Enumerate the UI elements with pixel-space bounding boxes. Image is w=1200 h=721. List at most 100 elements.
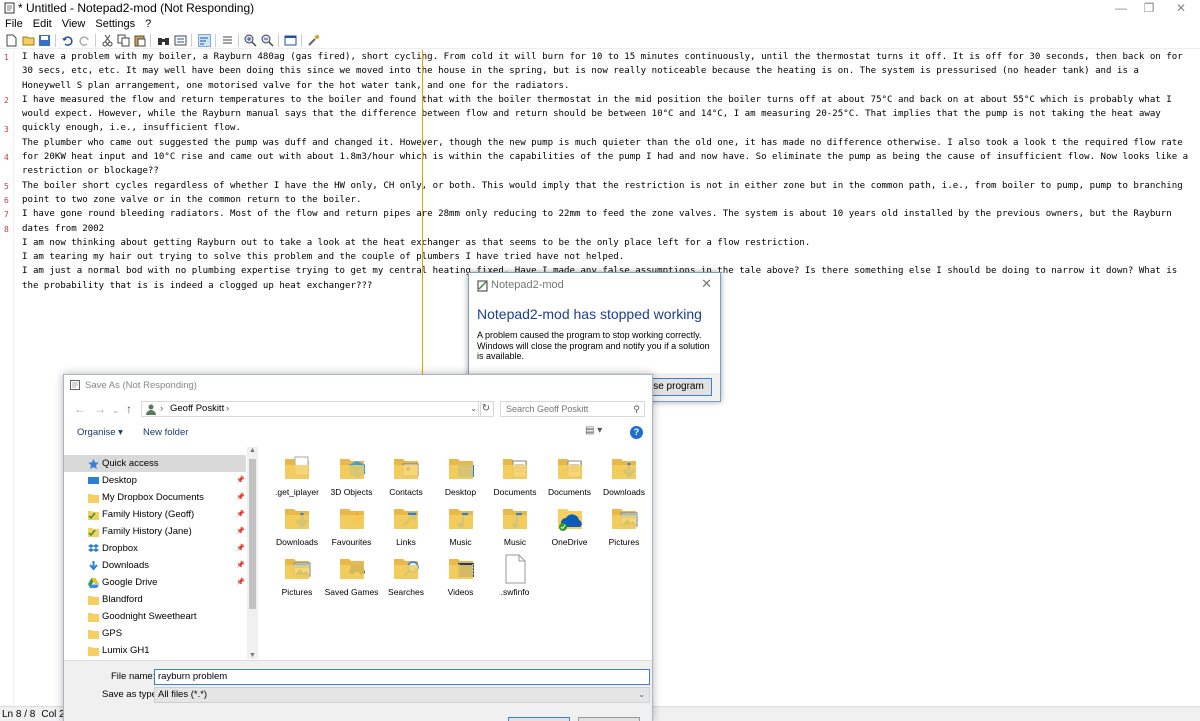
nav-item[interactable]: Dropbox 📌 xyxy=(64,540,246,557)
file-item[interactable]: .get_iplayer xyxy=(269,453,325,503)
save-button[interactable] xyxy=(508,717,570,721)
file-item[interactable]: Favourites xyxy=(324,503,380,553)
up-arrow-icon[interactable]: ↑ xyxy=(126,402,132,416)
save-icon[interactable] xyxy=(38,34,51,47)
file-item[interactable]: .swfinfo xyxy=(487,553,543,603)
nav-item[interactable]: Goodnight Sweetheart xyxy=(64,608,246,625)
file-item[interactable]: Downloads xyxy=(596,453,652,503)
customize-toolbar-icon[interactable] xyxy=(307,34,320,47)
copy-icon[interactable] xyxy=(117,34,130,47)
help-icon[interactable]: ? xyxy=(630,426,643,439)
redo-icon[interactable] xyxy=(78,34,91,47)
file-item-label: Videos xyxy=(447,587,474,597)
pin-icon[interactable]: 📌 xyxy=(236,557,245,574)
menu-help[interactable]: ? xyxy=(145,17,151,32)
file-item-label: .swfinfo xyxy=(500,587,530,597)
menu-view[interactable]: View xyxy=(62,17,86,32)
file-item[interactable]: Pictures xyxy=(269,553,325,603)
file-item[interactable]: Documents xyxy=(542,453,598,503)
file-item[interactable]: Downloads xyxy=(269,503,325,553)
toolbar xyxy=(0,31,1200,49)
file-name-input[interactable]: rayburn problem xyxy=(154,669,650,685)
file-item[interactable]: Music xyxy=(433,503,489,553)
list-icon[interactable] xyxy=(221,34,234,47)
file-list: .get_iplayer 3D Objects Contacts Desktop Doc… xyxy=(269,447,649,659)
scroll-down-icon[interactable]: ▼ xyxy=(249,652,256,659)
navigation-scrollbar[interactable]: ▲ ▼ xyxy=(247,447,258,659)
chevron-down-icon: ⌄ xyxy=(638,690,645,699)
recent-chevron-icon[interactable]: ⌄ xyxy=(112,405,120,416)
menu-edit[interactable]: Edit xyxy=(33,17,52,32)
folder-games-icon xyxy=(337,553,367,585)
scroll-thumb[interactable] xyxy=(249,459,256,609)
address-bar[interactable]: › Geoff Poskitt › ⌄ xyxy=(141,401,481,417)
open-folder-icon[interactable] xyxy=(22,34,35,47)
pin-icon[interactable]: 📌 xyxy=(236,489,245,506)
file-item-label: Music xyxy=(503,537,527,547)
chevron-right-icon: › xyxy=(160,403,164,414)
menu-settings[interactable]: Settings xyxy=(95,17,135,32)
cancel-button[interactable] xyxy=(578,717,640,721)
paste-icon[interactable] xyxy=(133,34,146,47)
folder-downloads-icon xyxy=(282,503,312,535)
zoom-out-icon[interactable] xyxy=(261,34,274,47)
file-item[interactable]: Desktop xyxy=(433,453,489,503)
refresh-button[interactable]: ↻ xyxy=(478,401,494,417)
close-window-button[interactable]: ✕ xyxy=(1162,0,1200,16)
replace-icon[interactable] xyxy=(174,34,187,47)
chevron-down-icon[interactable]: ⌄ xyxy=(470,402,477,416)
file-item[interactable]: Searches xyxy=(378,553,434,603)
star-icon xyxy=(88,458,99,469)
cut-icon[interactable] xyxy=(101,34,114,47)
file-item[interactable]: Pictures xyxy=(596,503,652,553)
menu-file[interactable]: File xyxy=(5,17,23,32)
nav-item[interactable]: Downloads 📌 xyxy=(64,557,246,574)
find-icon[interactable] xyxy=(157,34,170,47)
file-item[interactable]: Videos xyxy=(433,553,489,603)
file-item-label: Favourites xyxy=(331,537,372,547)
nav-item-label: My Dropbox Documents xyxy=(102,492,204,503)
file-item[interactable]: Contacts xyxy=(378,453,434,503)
nav-item[interactable]: Quick access xyxy=(64,455,246,472)
new-folder-button[interactable]: New folder xyxy=(143,427,188,438)
breadcrumb[interactable]: Geoff Poskitt xyxy=(170,402,224,416)
scroll-up-icon[interactable]: ▲ xyxy=(249,447,256,454)
error-message: A problem caused the program to stop wor… xyxy=(477,330,710,361)
pin-icon[interactable]: 📌 xyxy=(236,540,245,557)
file-item[interactable]: 3D Objects xyxy=(324,453,380,503)
nav-item[interactable]: Lumix GH1 xyxy=(64,642,246,659)
folder-icon xyxy=(88,611,99,622)
pin-icon[interactable]: 📌 xyxy=(236,472,245,489)
search-input[interactable]: Search Geoff Poskitt ⚲ xyxy=(500,401,645,417)
organise-button[interactable]: Organise ▾ xyxy=(77,427,123,438)
nav-item[interactable]: Blandford xyxy=(64,591,246,608)
pin-icon[interactable]: 📌 xyxy=(236,574,245,591)
file-item[interactable]: Saved Games xyxy=(324,553,380,603)
line-number: 2 xyxy=(4,96,9,105)
view-options-icon[interactable]: ▤ ▾ xyxy=(585,425,602,436)
file-item[interactable]: Links xyxy=(378,503,434,553)
pin-icon[interactable]: 📌 xyxy=(236,506,245,523)
nav-item[interactable]: Google Drive 📌 xyxy=(64,574,246,591)
nav-item[interactable]: My Dropbox Documents 📌 xyxy=(64,489,246,506)
close-dialog-button[interactable]: ✕ xyxy=(701,276,712,292)
nav-item[interactable]: GPS xyxy=(64,625,246,642)
folder-icon xyxy=(88,492,99,503)
nav-item[interactable]: Family History (Jane) 📌 xyxy=(64,523,246,540)
word-wrap-icon[interactable] xyxy=(198,34,211,47)
pin-icon[interactable]: 📌 xyxy=(236,523,245,540)
scheme-icon[interactable] xyxy=(284,34,297,47)
back-arrow-icon[interactable]: ← xyxy=(74,402,86,416)
nav-item[interactable]: Desktop 📌 xyxy=(64,472,246,489)
new-file-icon[interactable] xyxy=(5,34,18,47)
file-item[interactable]: OneDrive xyxy=(542,503,598,553)
chevron-right-icon[interactable]: › xyxy=(226,402,229,416)
nav-item[interactable]: Family History (Geoff) 📌 xyxy=(64,506,246,523)
editor-text[interactable]: I have a problem with my boiler, a Raybu… xyxy=(22,50,1190,293)
undo-icon[interactable] xyxy=(61,34,74,47)
file-item[interactable]: Music xyxy=(487,503,543,553)
forward-arrow-icon[interactable]: → xyxy=(94,402,106,416)
file-item[interactable]: Documents xyxy=(487,453,543,503)
zoom-in-icon[interactable] xyxy=(244,34,257,47)
save-type-select[interactable]: All files (*.*) ⌄ xyxy=(154,687,650,703)
